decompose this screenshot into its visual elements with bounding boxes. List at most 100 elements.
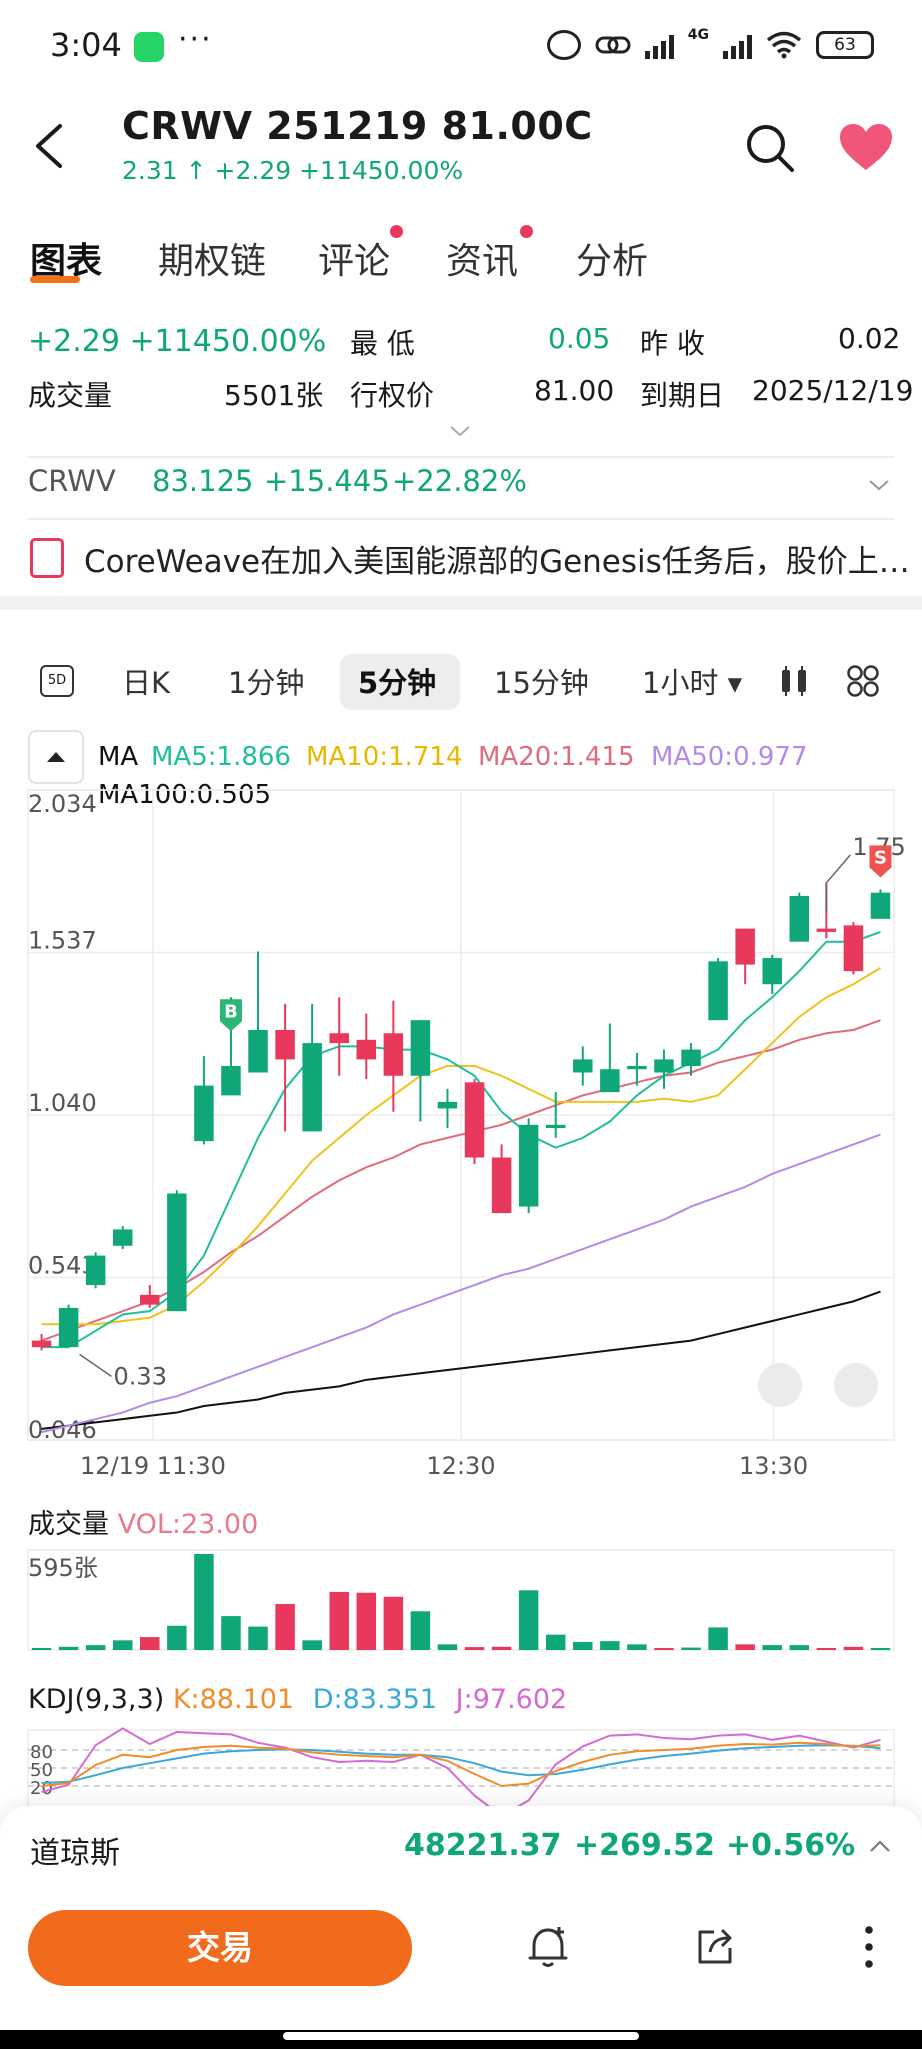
candle-body	[383, 1033, 404, 1076]
candle-body	[518, 1124, 539, 1207]
search-icon[interactable]	[744, 122, 796, 174]
ma50-label: MA50:0.977	[651, 742, 808, 772]
volume-bar	[600, 1641, 620, 1650]
index-change: +269.52	[574, 1828, 715, 1863]
header-price: 2.31	[122, 156, 178, 185]
expand-stats-chevron-icon[interactable]	[449, 424, 471, 438]
stat-strike-value: 81.00	[534, 374, 615, 407]
volume-bar	[870, 1648, 891, 1650]
volume-bar	[762, 1645, 782, 1650]
tf-daily[interactable]: 日K	[122, 660, 170, 702]
volume-bar	[681, 1647, 701, 1650]
x-tick-label: 12:30	[426, 1452, 495, 1480]
volume-bar	[518, 1590, 539, 1650]
candle-style-icon[interactable]	[778, 664, 810, 698]
favorite-heart-icon[interactable]	[838, 122, 894, 172]
ma20-label: MA20:1.415	[478, 742, 635, 772]
link-icon	[595, 36, 631, 54]
candle-body	[573, 1059, 593, 1073]
stat-low-value: 0.05	[548, 322, 611, 355]
tf-5d-icon[interactable]: 5D	[40, 665, 74, 697]
news-headline[interactable]: CoreWeave在加入美国能源部的Genesis任务后，股价上…	[84, 536, 910, 581]
stat-expiry-value: 2025/12/19	[752, 374, 914, 407]
tab-option-chain[interactable]: 期权链	[158, 232, 266, 284]
volume-bar	[383, 1596, 404, 1650]
index-name[interactable]: 道琼斯	[30, 1828, 120, 1872]
home-indicator[interactable]	[283, 2032, 639, 2040]
tab-analysis[interactable]: 分析	[576, 232, 648, 284]
candle-body	[843, 925, 864, 972]
ma-collapse-button[interactable]	[28, 730, 84, 784]
candle-body	[735, 928, 755, 965]
header-change-pct: +11450.00%	[299, 156, 464, 185]
candle-body	[437, 1101, 458, 1109]
wifi-icon	[766, 31, 802, 59]
signal-icon-2	[723, 31, 752, 59]
tab-comments[interactable]: 评论	[318, 232, 390, 284]
volume-bar	[248, 1626, 268, 1650]
zoom-latest-icon	[834, 1363, 878, 1407]
candle-body	[491, 1157, 512, 1214]
candle-body	[410, 1020, 431, 1076]
candle-body	[275, 1029, 295, 1060]
volume-bar	[491, 1646, 512, 1650]
volume-bar	[194, 1554, 214, 1650]
volume-title: 成交量 VOL:23.00	[28, 1502, 258, 1541]
kdj-panel-frame	[27, 1729, 895, 1810]
tab-news[interactable]: 资讯	[446, 232, 518, 284]
back-arrow-icon[interactable]	[30, 122, 70, 170]
candle-body	[194, 1085, 214, 1142]
candle-body	[356, 1039, 377, 1060]
tf-1hour-dropdown[interactable]: 1小时 ▾	[642, 660, 742, 702]
volume-bar	[708, 1627, 728, 1650]
divider	[28, 518, 894, 520]
y-tick-label: 1.537	[28, 927, 97, 955]
candle-body	[870, 892, 891, 919]
candle-body	[762, 958, 782, 985]
kdj-d-line	[41, 1744, 881, 1784]
volume-bar	[843, 1646, 864, 1650]
candle-body	[248, 1029, 268, 1073]
volume-panel-frame	[27, 1549, 895, 1651]
header-change: +2.29	[214, 156, 292, 185]
volume-bar	[275, 1604, 295, 1650]
volume-bar	[140, 1637, 160, 1650]
candle-body	[789, 895, 810, 942]
volume-bar	[329, 1591, 349, 1650]
ma-label: MA	[98, 742, 139, 772]
status-bar: 3:04 ··· 4G 63	[0, 0, 922, 92]
tf-5min[interactable]: 5分钟	[358, 660, 436, 702]
volume-bar	[302, 1640, 322, 1650]
alert-bell-icon[interactable]	[526, 1924, 570, 1970]
x-tick-label: 12/19 11:30	[80, 1452, 226, 1480]
y-tick-label: 0.046	[28, 1416, 97, 1444]
trade-button[interactable]: 交易	[28, 1910, 412, 1986]
whatsapp-icon	[134, 32, 164, 62]
y-tick-label: 2.034	[28, 790, 97, 818]
underlying-change: +15.445	[264, 464, 390, 498]
tf-15min[interactable]: 15分钟	[494, 660, 589, 702]
price-chart[interactable]: 2.0341.5371.0400.5430.04612/19 11:30 12:3…	[0, 780, 922, 1810]
chevron-up-icon[interactable]	[868, 1838, 892, 1854]
tf-1min[interactable]: 1分钟	[228, 660, 304, 702]
more-options-icon[interactable]	[862, 1924, 876, 1970]
underlying-row[interactable]: CRWV 83.125 +15.445 +22.82%	[28, 464, 894, 522]
candle-body	[600, 1069, 620, 1093]
x-tick-label: 13:30	[739, 1452, 808, 1480]
volume-bar	[654, 1648, 674, 1650]
candle-body	[654, 1059, 674, 1073]
candle-body	[112, 1229, 133, 1246]
status-time: 3:04	[50, 26, 122, 64]
volume-bar	[545, 1634, 566, 1650]
header-quote: 2.31 ↑ +2.29 +11450.00%	[122, 156, 463, 185]
candle-body	[140, 1294, 160, 1305]
stat-low-label: 最 低	[350, 327, 415, 360]
underlying-price: 83.125	[152, 464, 254, 498]
low-label: 0.33	[114, 1362, 167, 1390]
ma5-label: MA5:1.866	[151, 742, 291, 772]
candle-body	[31, 1340, 52, 1348]
page-title: CRWV 251219 81.00C	[122, 104, 593, 148]
share-icon[interactable]	[694, 1924, 738, 1968]
grid-layout-icon[interactable]	[846, 664, 880, 698]
volume-bar	[167, 1625, 187, 1650]
